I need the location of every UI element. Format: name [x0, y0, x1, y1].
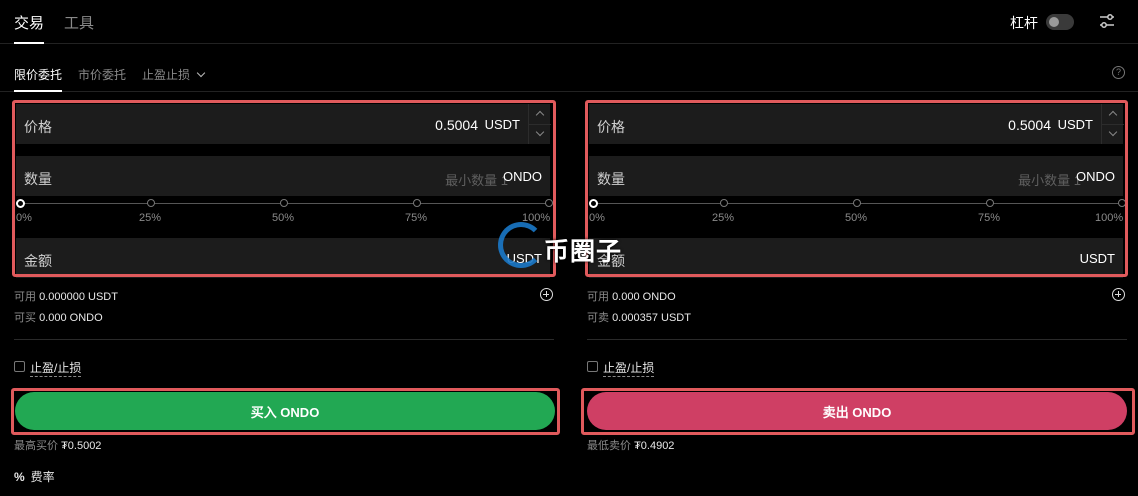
tab-limit-order[interactable]: 限价委托 — [14, 66, 63, 92]
sell-price-stepper — [1101, 104, 1124, 144]
sell-qty-label: 数量 — [597, 171, 625, 187]
order-type-tabs: 限价委托 市价委托 止盈止损 ? — [0, 52, 1138, 92]
sell-price-unit: USDT — [1057, 117, 1093, 132]
buy-price-label: 价格 — [24, 119, 52, 135]
chevron-down-icon — [535, 127, 545, 137]
buy-amount-label: 金额 — [24, 253, 52, 269]
sell-price-field[interactable]: 价格 0.5004 USDT — [589, 104, 1124, 144]
slider-label-50: 50% — [845, 212, 868, 224]
buy-available-label: 可用 — [14, 291, 36, 303]
buy-can-label: 可买 — [14, 312, 36, 324]
buy-tpsl-checkbox[interactable] — [14, 361, 25, 372]
watermark-logo: 币圈子 — [494, 218, 644, 272]
buy-price-value: 0.5004 — [435, 117, 478, 133]
buy-divider — [14, 339, 554, 340]
tab-tools[interactable]: 工具 — [64, 12, 94, 33]
slider-label-0: 0% — [16, 212, 32, 224]
slider-mark-50[interactable] — [853, 199, 861, 207]
slider-mark-50[interactable] — [280, 199, 288, 207]
top-bar: 交易 工具 杠杆 — [0, 0, 1138, 44]
buy-button[interactable]: 买入 ONDO — [15, 392, 555, 430]
slider-label-75: 75% — [405, 212, 428, 224]
buy-can-value: 0.000 ONDO — [39, 312, 103, 324]
watermark-text: 币圈子 — [544, 238, 623, 266]
buy-best-price: 最高买价 ₮0.5002 — [14, 437, 101, 453]
leverage-label: 杠杆 — [1010, 15, 1038, 31]
slider-handle[interactable] — [16, 199, 25, 208]
tpsl-tab-label: 止盈止损 — [142, 68, 191, 82]
sell-available: 可用 0.000 ONDO — [587, 288, 676, 304]
sell-can-sell: 可卖 0.000357 USDT — [587, 309, 691, 325]
buy-price-decrement[interactable] — [529, 124, 551, 144]
buy-price-unit: USDT — [484, 117, 520, 132]
sell-best-label: 最低卖价 — [587, 440, 631, 452]
buy-qty-slider[interactable]: 0% 25% 50% 75% 100% — [16, 198, 553, 228]
tab-tpsl-order[interactable]: 止盈止损 — [142, 66, 206, 83]
buy-available-value: 0.000000 USDT — [39, 291, 118, 303]
sell-can-value: 0.000357 USDT — [612, 312, 691, 324]
slider-label-50: 50% — [272, 212, 295, 224]
sell-qty-slider[interactable]: 0% 25% 50% 75% 100% — [589, 198, 1126, 228]
sell-amount-unit: USDT — [1079, 251, 1115, 266]
sell-price-decrement[interactable] — [1102, 124, 1124, 144]
sell-divider — [587, 339, 1127, 340]
tab-market-order[interactable]: 市价委托 — [78, 66, 126, 83]
buy-deposit-plus-icon[interactable] — [540, 288, 553, 301]
slider-mark-100[interactable] — [1118, 199, 1126, 207]
percent-icon: % — [14, 470, 25, 484]
tab-trade[interactable]: 交易 — [14, 12, 45, 44]
watermark-ring-icon — [498, 222, 544, 268]
sell-price-value: 0.5004 — [1008, 117, 1051, 133]
sell-amount-field[interactable]: 金额 USDT — [589, 238, 1123, 278]
buy-tpsl-label[interactable]: 止盈/止损 — [30, 359, 82, 377]
buy-qty-placeholder: 最小数量 1 — [445, 173, 508, 188]
sell-button[interactable]: 卖出 ONDO — [587, 392, 1127, 430]
sell-available-label: 可用 — [587, 291, 609, 303]
fee-rate[interactable]: % 费率 — [14, 468, 55, 485]
chevron-down-icon — [196, 68, 206, 78]
sell-best-price: 最低卖价 ₮0.4902 — [587, 437, 674, 453]
buy-price-field[interactable]: 价格 0.5004 USDT — [16, 104, 551, 144]
sell-tpsl-label[interactable]: 止盈/止损 — [603, 359, 655, 377]
sell-can-label: 可卖 — [587, 312, 609, 324]
sell-qty-field[interactable]: 数量 最小数量 1 ONDO — [589, 156, 1123, 196]
slider-mark-75[interactable] — [986, 199, 994, 207]
buy-price-stepper — [528, 104, 551, 144]
chevron-up-icon — [1108, 110, 1118, 120]
settings-sliders-icon[interactable] — [1098, 12, 1116, 30]
toggle-knob — [1049, 17, 1059, 27]
slider-label-25: 25% — [139, 212, 162, 224]
sell-qty-placeholder: 最小数量 1 — [1018, 173, 1081, 188]
buy-amount-field[interactable]: 金额 USDT — [16, 238, 550, 278]
sell-price-increment[interactable] — [1102, 104, 1124, 124]
buy-qty-field[interactable]: 数量 最小数量 1 ONDO — [16, 156, 550, 196]
slider-mark-75[interactable] — [413, 199, 421, 207]
buy-available: 可用 0.000000 USDT — [14, 288, 118, 304]
buy-best-label: 最高买价 — [14, 440, 58, 452]
sell-tpsl-checkbox[interactable] — [587, 361, 598, 372]
help-icon[interactable]: ? — [1112, 66, 1125, 79]
buy-best-value: ₮0.5002 — [61, 440, 102, 452]
buy-price-increment[interactable] — [529, 104, 551, 124]
chevron-up-icon — [535, 110, 545, 120]
buy-qty-unit: ONDO — [503, 169, 542, 184]
fee-label: 费率 — [30, 470, 55, 484]
slider-mark-25[interactable] — [720, 199, 728, 207]
sell-available-value: 0.000 ONDO — [612, 291, 676, 303]
slider-handle[interactable] — [589, 199, 598, 208]
leverage-toggle[interactable] — [1046, 14, 1074, 30]
slider-mark-25[interactable] — [147, 199, 155, 207]
sell-price-label: 价格 — [597, 119, 625, 135]
sell-qty-unit: ONDO — [1076, 169, 1115, 184]
chevron-down-icon — [1108, 127, 1118, 137]
slider-label-25: 25% — [712, 212, 735, 224]
slider-mark-100[interactable] — [545, 199, 553, 207]
slider-label-75: 75% — [978, 212, 1001, 224]
slider-label-100: 100% — [1095, 212, 1124, 224]
buy-qty-label: 数量 — [24, 171, 52, 187]
sell-deposit-plus-icon[interactable] — [1112, 288, 1125, 301]
buy-can-buy: 可买 0.000 ONDO — [14, 309, 103, 325]
sell-best-value: ₮0.4902 — [634, 440, 675, 452]
